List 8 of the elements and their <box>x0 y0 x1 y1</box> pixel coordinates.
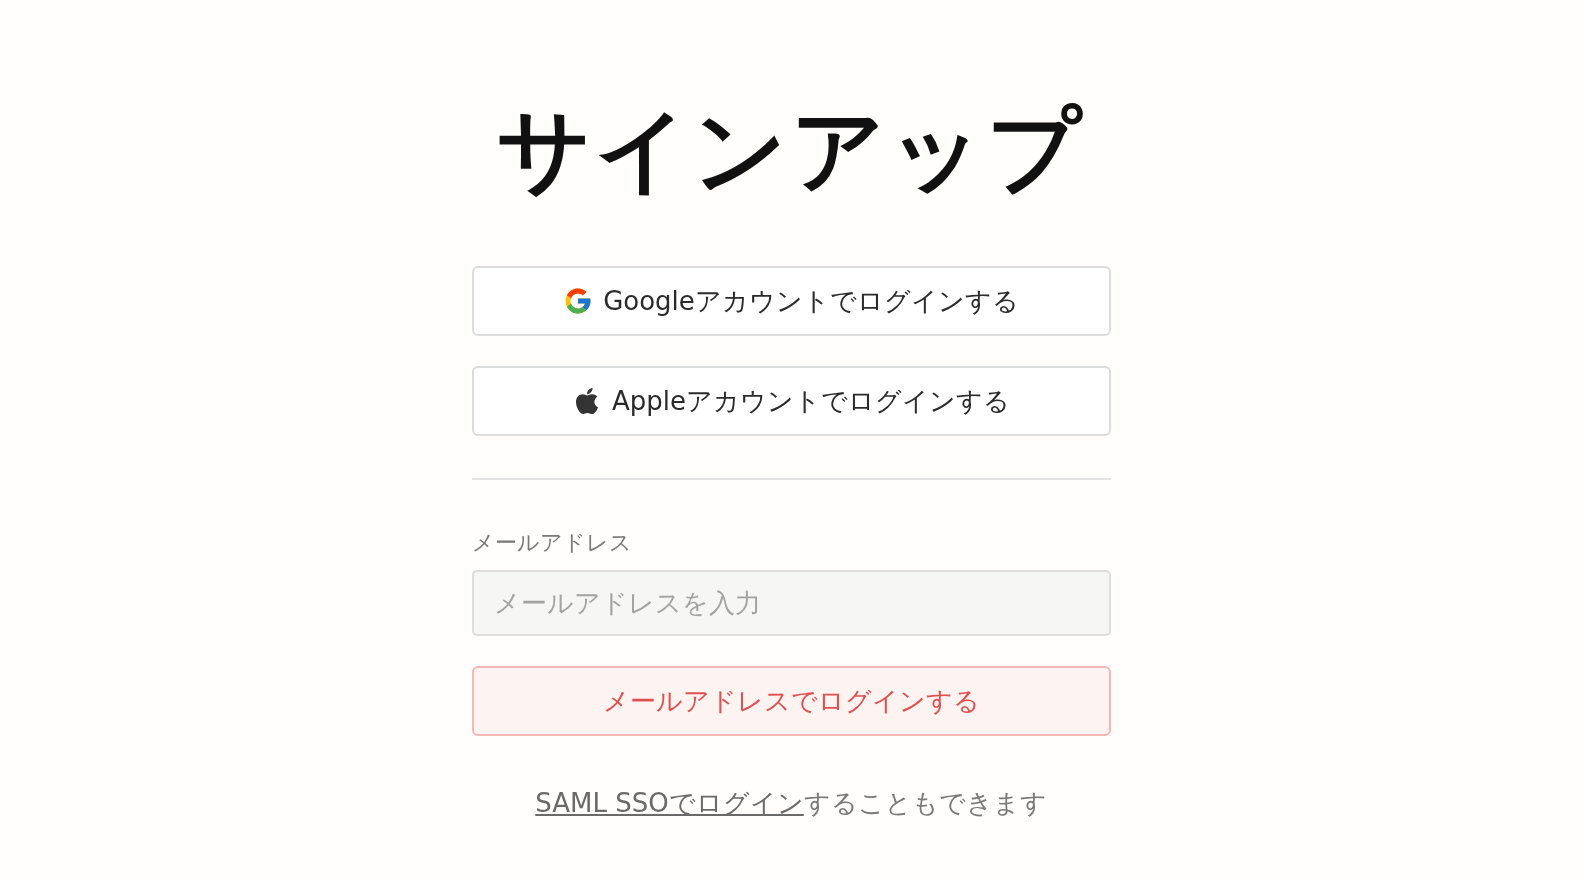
sso-sentence: SAML SSOでログインすることもできます <box>534 787 1048 821</box>
apple-login-button[interactable]: Appleアカウントでログインする <box>471 366 1111 437</box>
google-login-button[interactable]: Googleアカウントでログインする <box>471 266 1111 337</box>
page-title: サインアップ <box>497 96 1085 206</box>
email-login-button[interactable]: メールアドレスでログインする <box>471 666 1111 737</box>
email-label: メールアドレス <box>471 529 633 558</box>
sso-login-link[interactable]: SAML SSOでログイン <box>535 788 804 819</box>
email-input-field[interactable]: メールアドレスを入力 <box>471 570 1111 637</box>
